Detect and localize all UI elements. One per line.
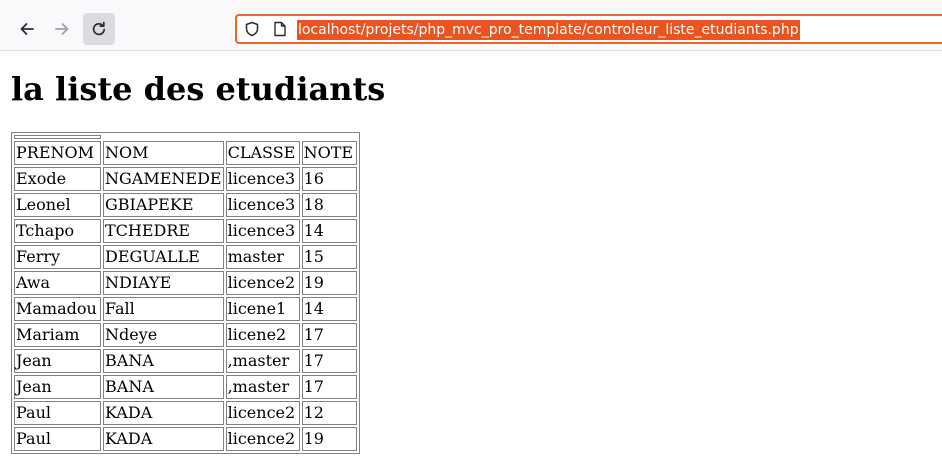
table-cell: Fall [103,297,224,321]
table-cell: licence3 [225,219,300,243]
table-cell: Ferry [14,245,101,269]
table-cell: 12 [301,401,357,425]
table-cell: licence2 [225,271,300,295]
table-cell: licene1 [225,297,300,321]
table-row: Exode NGAMENEDE licence3 16 [14,167,357,191]
table-cell: Jean [14,349,101,373]
back-button[interactable] [11,13,43,45]
table-cell: 16 [301,167,357,191]
table-cell: BANA [103,375,224,399]
table-cell: Exode [14,167,101,191]
table-cell: Tchapo [14,219,101,243]
page-title: la liste des etudiants [11,70,386,108]
empty-row [14,135,357,139]
table-cell: 15 [301,245,357,269]
table-cell: licence3 [225,193,300,217]
table-cell: KADA [103,427,224,451]
table-cell: NGAMENEDE [103,167,224,191]
table-cell: Awa [14,271,101,295]
reload-button[interactable] [83,13,115,45]
table-cell: Paul [14,427,101,451]
arrow-right-icon [55,23,69,35]
table-cell: Paul [14,401,101,425]
table-row: Awa NDIAYE licence2 19 [14,271,357,295]
table-cell: Leonel [14,193,101,217]
table-cell: 14 [301,219,357,243]
shield-icon[interactable] [244,21,260,37]
table-cell: KADA [103,401,224,425]
table-cell: 17 [301,349,357,373]
table-cell: licence2 [225,401,300,425]
table-row: Leonel GBIAPEKE licence3 18 [14,193,357,217]
header-row: PRENOM NOM CLASSE NOTE [14,141,357,165]
table-cell: licence3 [225,167,300,191]
reload-icon [92,21,106,36]
table-cell: 18 [301,193,357,217]
table-cell: Ndeye [103,323,224,347]
empty-cell [14,135,101,139]
arrow-left-icon [20,23,34,35]
table-cell: master [225,245,300,269]
table-row: Jean BANA ,master 17 [14,375,357,399]
students-table: PRENOM NOM CLASSE NOTE Exode NGAMENEDE licence… [11,132,360,454]
page-icon[interactable] [273,21,287,37]
table-cell: 17 [301,375,357,399]
table-cell: ,master [225,349,300,373]
table-row: Paul KADA licence2 19 [14,427,357,451]
table-cell: 19 [301,271,357,295]
table-row: Ferry DEGUALLE master 15 [14,245,357,269]
column-header: PRENOM [14,141,101,165]
column-header: CLASSE [225,141,300,165]
table-cell: licence2 [225,427,300,451]
table-cell: 14 [301,297,357,321]
url-text[interactable]: localhost/projets/php_mvc_pro_template/c… [297,20,800,40]
table-cell: 19 [301,427,357,451]
table-cell: Mariam [14,323,101,347]
column-header: NOTE [301,141,357,165]
table-cell: TCHEDRE [103,219,224,243]
table-cell: licene2 [225,323,300,347]
table-cell: NDIAYE [103,271,224,295]
table-row: Tchapo TCHEDRE licence3 14 [14,219,357,243]
forward-button[interactable] [46,13,78,45]
table-cell: ,master [225,375,300,399]
table-row: Mariam Ndeye licene2 17 [14,323,357,347]
table-cell: BANA [103,349,224,373]
table-cell: DEGUALLE [103,245,224,269]
table-cell: GBIAPEKE [103,193,224,217]
address-bar[interactable]: localhost/projets/php_mvc_pro_template/c… [235,14,942,44]
table-cell: Mamadou [14,297,101,321]
table-cell: Jean [14,375,101,399]
table-row: Paul KADA licence2 12 [14,401,357,425]
table-row: Mamadou Fall licene1 14 [14,297,357,321]
table-cell: 17 [301,323,357,347]
column-header: NOM [103,141,224,165]
table-row: Jean BANA ,master 17 [14,349,357,373]
browser-toolbar: localhost/projets/php_mvc_pro_template/c… [0,0,942,51]
